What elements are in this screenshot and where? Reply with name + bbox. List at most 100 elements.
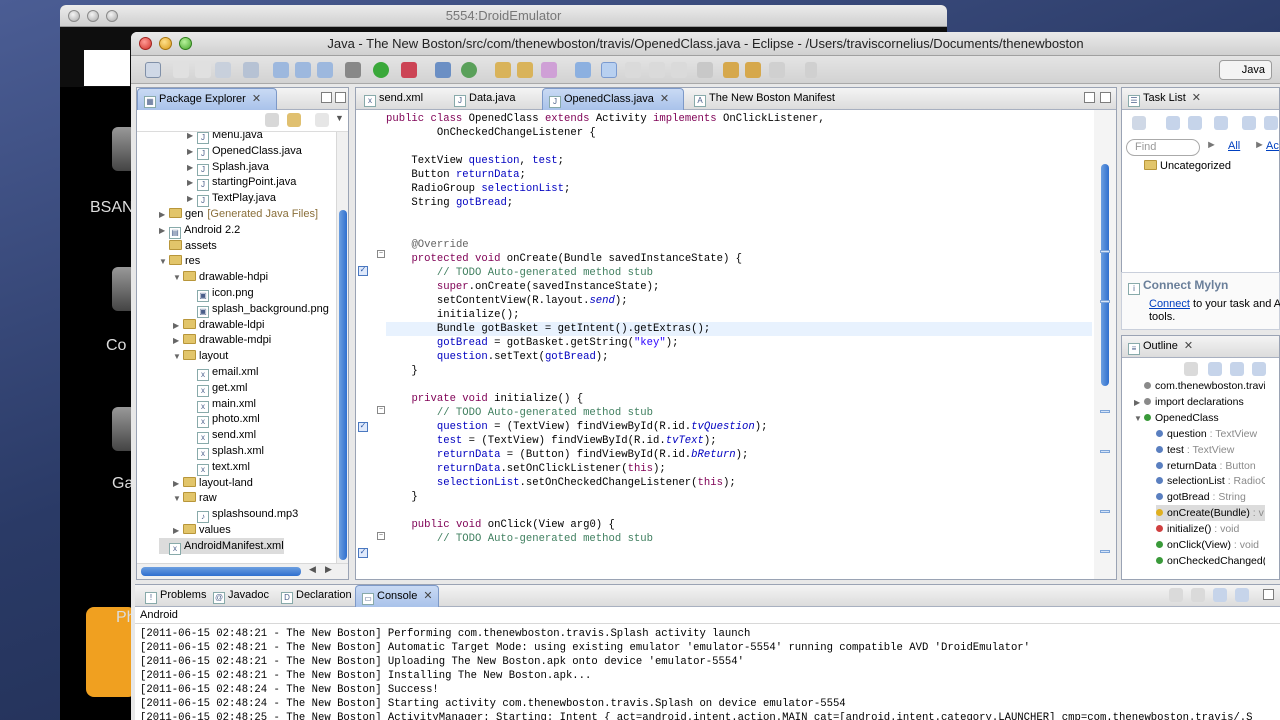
collapsed-triangle-icon[interactable]: ▶ — [159, 223, 169, 239]
focus-icon[interactable] — [1214, 116, 1228, 130]
view-menu-icon[interactable] — [1264, 116, 1278, 130]
expanded-triangle-icon[interactable]: ▼ — [173, 349, 183, 365]
tree-item[interactable]: ▼ res — [159, 253, 200, 269]
activate-link[interactable]: Acti — [1266, 140, 1279, 152]
next-annotation-icon[interactable] — [697, 62, 713, 78]
editor-gutter[interactable]: − ✓ − ✓ − ✓ — [356, 110, 386, 579]
outline-item[interactable]: initialize() : void — [1156, 521, 1265, 537]
occurrence-marker[interactable] — [1100, 300, 1110, 303]
tree-item[interactable]: ▶ gen [Generated Java Files] — [159, 206, 318, 222]
scroll-lock-icon[interactable] — [1191, 588, 1205, 602]
pin-console-icon[interactable] — [1169, 588, 1183, 602]
find-input[interactable]: Find — [1126, 139, 1200, 156]
tab-outline[interactable]: ≡ Outline ✕ — [1122, 336, 1199, 358]
scroll-left-icon[interactable]: ◀ — [309, 564, 316, 575]
expanded-triangle-icon[interactable]: ▼ — [173, 270, 183, 286]
display-console-icon[interactable] — [1213, 588, 1227, 602]
outline-item[interactable]: onClick(View) : void — [1156, 537, 1265, 553]
outline-item[interactable]: ▶ import declarations — [1134, 394, 1265, 410]
occurrence-marker[interactable] — [1100, 510, 1110, 513]
new-icon[interactable] — [145, 62, 161, 78]
new-package-icon[interactable] — [295, 62, 311, 78]
tree-item[interactable]: x text.xml — [187, 459, 250, 476]
fold-icon[interactable]: − — [377, 250, 385, 258]
outline-tree[interactable]: com.thenewboston.travi ▶ import declaratio… — [1122, 380, 1265, 579]
tree-item[interactable]: ▼ layout — [173, 348, 228, 364]
tree-item[interactable]: ▶ J TextPlay.java — [187, 190, 276, 208]
tab-problems[interactable]: ! Problems — [139, 585, 212, 607]
android-sdk-icon[interactable] — [435, 62, 451, 78]
tab-manifest[interactable]: A The New Boston Manifest — [688, 88, 841, 110]
occurrence-marker[interactable] — [1100, 250, 1110, 253]
minimize-button[interactable] — [159, 37, 172, 50]
tree-item[interactable]: ▶ JstartingPoint.java — [187, 174, 296, 192]
collapse-all-icon[interactable] — [265, 113, 279, 127]
close-icon[interactable]: ✕ — [252, 93, 261, 105]
occurrence-marker[interactable] — [1100, 550, 1110, 553]
chevron-down-icon[interactable]: ▼ — [335, 113, 344, 123]
new-java-project-icon[interactable] — [273, 62, 289, 78]
occurrence-marker[interactable] — [1100, 410, 1110, 413]
save-all-icon[interactable] — [195, 62, 211, 78]
tree-item[interactable]: ▼ drawable-hdpi — [173, 269, 268, 285]
scroll-thumb[interactable] — [1101, 164, 1109, 386]
highlight-icon[interactable] — [601, 62, 617, 78]
tree-item[interactable]: x get.xml — [187, 380, 247, 397]
save-icon[interactable] — [173, 62, 189, 78]
tree-item[interactable]: ▣ icon.png — [187, 285, 254, 302]
tree-item[interactable]: ▶ layout-land — [173, 475, 253, 491]
tab-declaration[interactable]: D Declaration — [275, 585, 358, 607]
open-resource-icon[interactable] — [517, 62, 533, 78]
show-source-icon[interactable] — [671, 62, 687, 78]
close-icon[interactable]: ✕ — [660, 93, 669, 105]
last-edit-icon[interactable] — [723, 62, 739, 78]
maximize-view-icon[interactable] — [1100, 92, 1111, 103]
back-icon[interactable] — [745, 62, 761, 78]
close-icon[interactable]: ✕ — [1192, 92, 1201, 104]
collapse-all-icon[interactable] — [1242, 116, 1256, 130]
collapsed-triangle-icon[interactable]: ▶ — [173, 476, 183, 492]
collapsed-triangle-icon[interactable]: ▶ — [173, 318, 183, 334]
expanded-triangle-icon[interactable]: ▼ — [159, 254, 169, 270]
tree-item[interactable]: ▶ drawable-mdpi — [173, 332, 271, 348]
outline-item[interactable]: onCreate(Bundle) : v — [1156, 505, 1265, 522]
outline-item[interactable]: selectionList : RadioG — [1156, 473, 1265, 489]
tab-javadoc[interactable]: @ Javadoc — [207, 585, 275, 607]
tree-item[interactable]: x photo.xml — [187, 411, 260, 429]
overview-ruler[interactable] — [1094, 110, 1116, 579]
collapsed-triangle-icon[interactable]: ▶ — [1134, 395, 1144, 411]
scheduled-icon[interactable] — [1188, 116, 1202, 130]
all-filter-link[interactable]: All — [1228, 140, 1240, 152]
vertical-scrollbar[interactable] — [336, 132, 348, 563]
hide-fields-icon[interactable] — [1208, 362, 1222, 376]
open-perspective-icon[interactable] — [805, 62, 817, 78]
debug-icon[interactable] — [345, 62, 361, 78]
tree-item[interactable]: ▼ raw — [173, 490, 217, 506]
close-icon[interactable]: ✕ — [1184, 340, 1193, 352]
block-select-icon[interactable] — [649, 62, 665, 78]
collapsed-triangle-icon[interactable]: ▶ — [173, 523, 183, 539]
category-uncategorized[interactable]: Uncategorized — [1144, 158, 1231, 174]
external-tools-icon[interactable] — [401, 62, 417, 78]
categorized-icon[interactable] — [1166, 116, 1180, 130]
occurrence-marker[interactable] — [1100, 450, 1110, 453]
collapsed-triangle-icon[interactable]: ▶ — [173, 333, 183, 349]
open-type-icon[interactable] — [461, 62, 477, 78]
open-folder-icon[interactable] — [495, 62, 511, 78]
emulator-window-controls[interactable] — [68, 10, 118, 22]
tab-package-explorer[interactable]: ▦ Package Explorer ✕ — [137, 88, 277, 110]
tree-item[interactable]: x splash.xml — [187, 443, 264, 460]
expanded-triangle-icon[interactable]: ▼ — [173, 491, 183, 507]
outline-item[interactable]: onCheckedChanged( — [1156, 553, 1265, 569]
connect-link[interactable]: Connect — [1149, 298, 1190, 310]
zoom-button[interactable] — [179, 37, 192, 50]
outline-item[interactable]: gotBread : String — [1156, 489, 1265, 505]
tab-data-java[interactable]: J Data.java — [448, 88, 521, 110]
forward-icon[interactable] — [769, 62, 785, 78]
emulator-minimize-button[interactable] — [87, 10, 99, 22]
tab-openedclass-java[interactable]: J OpenedClass.java ✕ — [542, 88, 684, 110]
outline-item[interactable]: ▼ OpenedClass — [1134, 410, 1265, 426]
scroll-thumb[interactable] — [141, 567, 301, 576]
collapsed-triangle-icon[interactable]: ▶ — [187, 144, 197, 160]
chevron-right-icon[interactable]: ► — [1254, 139, 1265, 151]
